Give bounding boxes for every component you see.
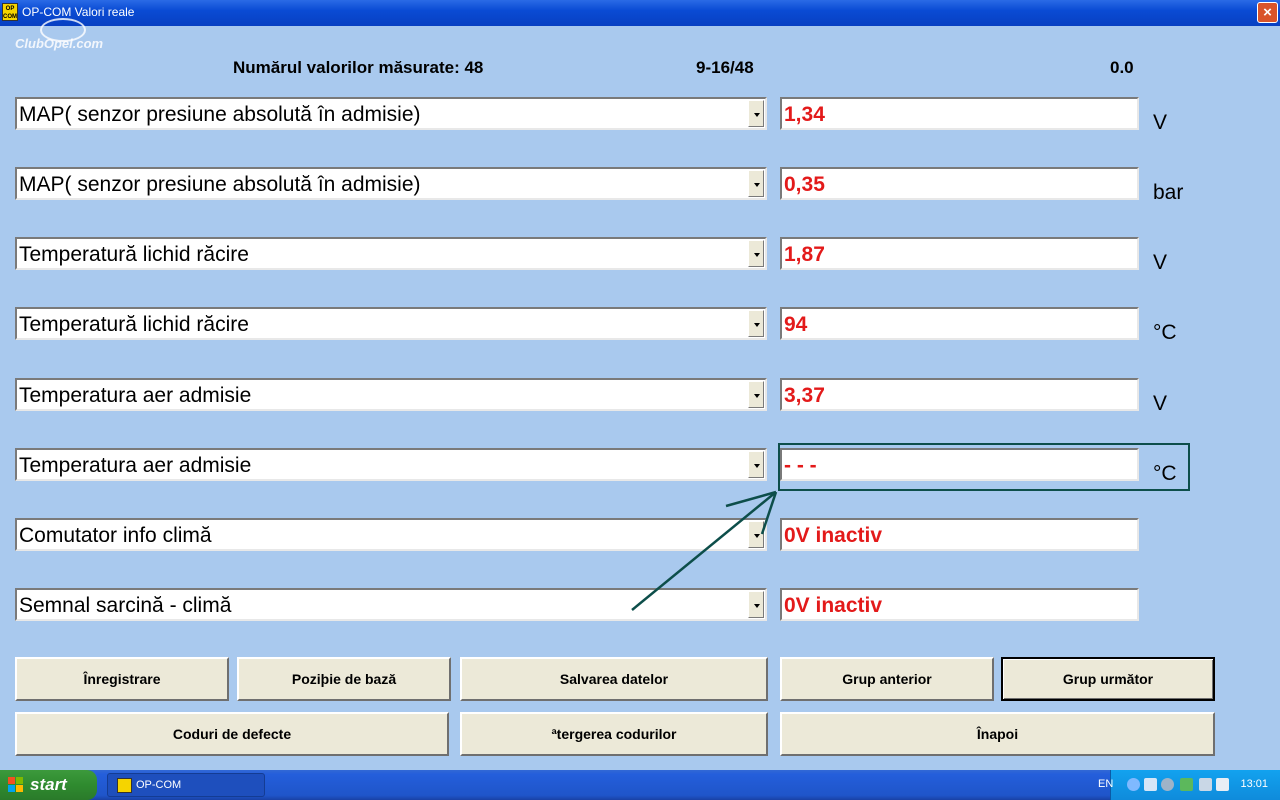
value-field-4: 94: [780, 307, 1139, 340]
value-field-1: 1,34: [780, 97, 1139, 130]
opcom-app-icon: OP COM: [2, 3, 18, 21]
record-button[interactable]: Înregistrare: [15, 657, 229, 701]
value-field-3: 1,87: [780, 237, 1139, 270]
value-text: 1,34: [784, 103, 825, 126]
opcom-app-icon: [117, 778, 132, 793]
unit-label-4: °C: [1153, 321, 1177, 344]
dropdown-arrow-icon[interactable]: [748, 240, 764, 267]
value-text: 0V inactiv: [784, 594, 883, 617]
base-position-button[interactable]: Poziþie de bază: [237, 657, 451, 701]
display-icon[interactable]: [1216, 778, 1229, 791]
battery-icon[interactable]: [1199, 778, 1212, 791]
measured-values-count: Numărul valorilor măsurate: 48: [233, 58, 484, 77]
dropdown-arrow-icon[interactable]: [748, 170, 764, 197]
parameter-name: MAP( senzor presiune absolută în admisie…: [19, 173, 421, 196]
value-text: 94: [784, 313, 808, 336]
value-field-8: 0V inactiv: [780, 588, 1139, 621]
extra-value: 0.0: [1110, 58, 1134, 77]
dropdown-arrow-icon[interactable]: [748, 100, 764, 127]
security-icon[interactable]: [1180, 778, 1193, 791]
back-button[interactable]: Înapoi: [780, 712, 1215, 756]
parameter-name: Temperatura aer admisie: [19, 384, 252, 407]
dropdown-arrow-icon[interactable]: [748, 591, 764, 618]
language-indicator[interactable]: EN: [1098, 778, 1113, 790]
network-icon[interactable]: [1144, 778, 1157, 791]
parameter-name: Comutator info climă: [19, 524, 212, 547]
parameter-name: MAP( senzor presiune absolută în admisie…: [19, 103, 421, 126]
annotation-highlight-box: [778, 443, 1190, 491]
parameter-select-3[interactable]: Temperatură lichid răcire: [15, 237, 767, 270]
start-button[interactable]: start: [0, 770, 97, 800]
window-title: OP-COM Valori reale: [22, 5, 135, 19]
taskbar-clock: 13:01: [1240, 778, 1268, 790]
volume-icon[interactable]: [1161, 778, 1174, 791]
taskbar-item-opcom[interactable]: OP-COM: [107, 773, 265, 797]
save-data-button[interactable]: Salvarea datelor: [460, 657, 768, 701]
unit-label-2: bar: [1153, 181, 1184, 204]
unit-label-5: V: [1153, 392, 1168, 415]
windows-logo-icon: [8, 777, 24, 793]
next-group-button[interactable]: Grup următor: [1001, 657, 1215, 701]
value-text: 0V inactiv: [784, 524, 883, 547]
parameter-name: Semnal sarcină - climă: [19, 594, 232, 617]
parameter-select-4[interactable]: Temperatură lichid răcire: [15, 307, 767, 340]
unit-label-1: V: [1153, 111, 1168, 134]
parameter-name: Temperatură lichid răcire: [19, 313, 249, 336]
unit-label-3: V: [1153, 251, 1168, 274]
start-label: start: [30, 775, 67, 794]
parameter-name: Temperatura aer admisie: [19, 454, 252, 477]
watermark: ClubOpel.com: [15, 36, 104, 51]
parameter-select-2[interactable]: MAP( senzor presiune absolută în admisie…: [15, 167, 767, 200]
value-field-2: 0,35: [780, 167, 1139, 200]
taskbar: start OP-COM EN 13:01: [0, 770, 1280, 800]
dropdown-arrow-icon[interactable]: [748, 521, 764, 548]
clear-codes-button[interactable]: ªtergerea codurilor: [460, 712, 768, 756]
parameter-select-8[interactable]: Semnal sarcină - climă: [15, 588, 767, 621]
dropdown-arrow-icon[interactable]: [748, 451, 764, 478]
fault-codes-button[interactable]: Coduri de defecte: [15, 712, 449, 756]
value-text: 0,35: [784, 173, 825, 196]
dropdown-arrow-icon[interactable]: [748, 310, 764, 337]
value-field-7: 0V inactiv: [780, 518, 1139, 551]
close-button[interactable]: ×: [1257, 2, 1278, 23]
taskbar-item-label: OP-COM: [136, 779, 182, 791]
prev-group-button[interactable]: Grup anterior: [780, 657, 994, 701]
group-range: 9-16/48: [696, 58, 754, 77]
parameter-select-6[interactable]: Temperatura aer admisie: [15, 448, 767, 481]
parameter-select-5[interactable]: Temperatura aer admisie: [15, 378, 767, 411]
title-bar: OP COM OP-COM Valori reale ×: [0, 0, 1280, 26]
value-text: 3,37: [784, 384, 825, 407]
parameter-select-1[interactable]: MAP( senzor presiune absolută în admisie…: [15, 97, 767, 130]
parameter-name: Temperatură lichid răcire: [19, 243, 249, 266]
tray-arrow-icon[interactable]: [1127, 778, 1140, 791]
parameter-select-7[interactable]: Comutator info climă: [15, 518, 767, 551]
value-field-5: 3,37: [780, 378, 1139, 411]
dropdown-arrow-icon[interactable]: [748, 381, 764, 408]
value-text: 1,87: [784, 243, 825, 266]
